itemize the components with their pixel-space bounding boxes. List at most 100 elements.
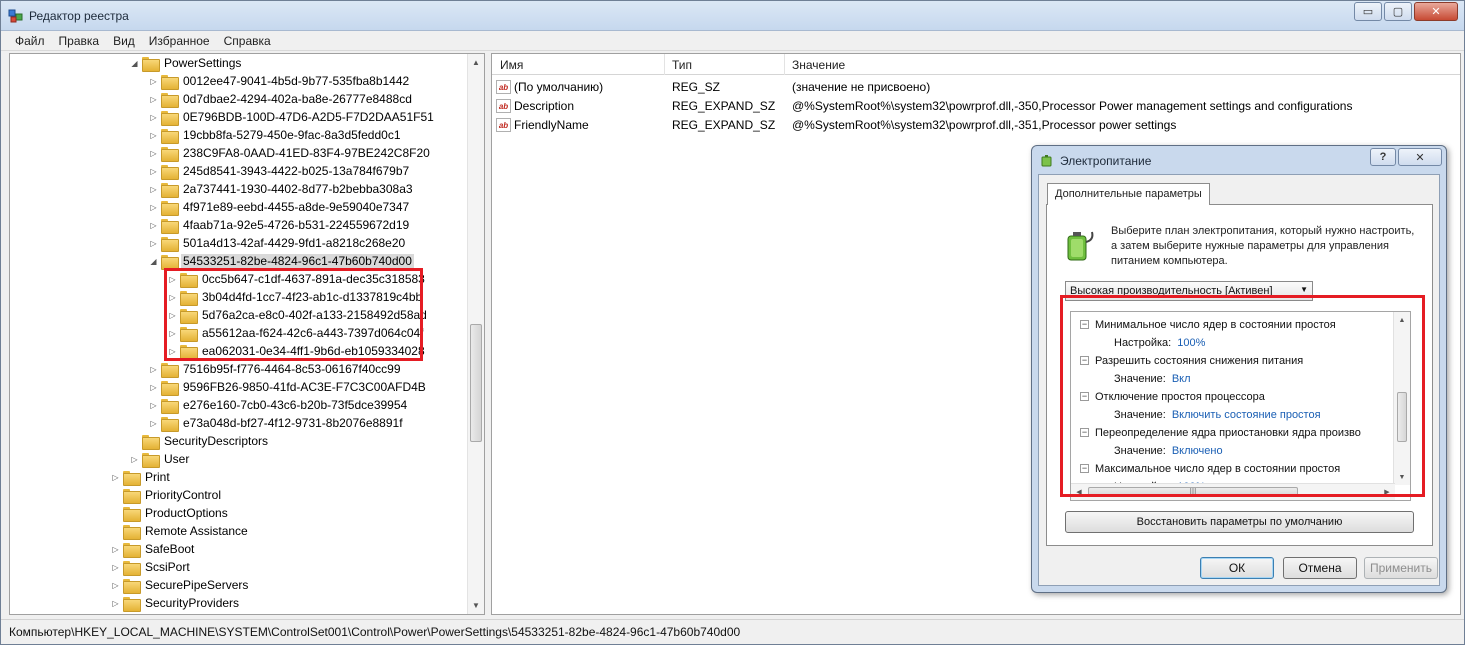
expand-arrow-icon[interactable]: ▷ xyxy=(149,419,158,428)
tree-item[interactable]: ▷ 501a4d13-42af-4429-9fd1-a8218c268e20 xyxy=(149,234,407,252)
power-plan-select[interactable]: Высокая производительность [Активен] ▼ xyxy=(1065,281,1313,301)
scroll-down-arrow-icon[interactable]: ▼ xyxy=(468,597,484,614)
expand-arrow-icon[interactable]: ▷ xyxy=(149,131,158,140)
settings-vertical-scrollbar[interactable]: ▲ ▼ xyxy=(1393,312,1410,485)
tree-item[interactable]: ▷ SecurityProviders xyxy=(111,594,241,612)
tree-item[interactable]: ProductOptions xyxy=(111,504,230,522)
tree-item[interactable]: ▷ 0d7dbae2-4294-402a-ba8e-26777e8488cd xyxy=(149,90,414,108)
tree-item[interactable]: ▷ 238C9FA8-0AAD-41ED-83F4-97BE242C8F20 xyxy=(149,144,432,162)
tree-item[interactable]: Remote Assistance xyxy=(111,522,250,540)
expand-arrow-icon[interactable]: ▷ xyxy=(149,167,158,176)
expand-arrow-icon[interactable]: ▷ xyxy=(168,329,177,338)
tree-item[interactable]: ▷ Print xyxy=(111,468,172,486)
collapse-minus-icon[interactable]: − xyxy=(1080,356,1089,365)
collapse-arrow-icon[interactable]: ◢ xyxy=(130,59,139,68)
expand-arrow-icon[interactable]: ▷ xyxy=(149,383,158,392)
tree-vertical-scrollbar[interactable]: ▲ ▼ xyxy=(467,54,484,614)
scrollbar-thumb[interactable] xyxy=(1397,392,1407,442)
expand-arrow-icon[interactable]: ▷ xyxy=(149,77,158,86)
tree-item[interactable]: ▷ 7516b95f-f776-4464-8c53-06167f40cc99 xyxy=(149,360,403,378)
restore-defaults-button[interactable]: Восстановить параметры по умолчанию xyxy=(1065,511,1414,533)
expand-arrow-icon[interactable]: ▷ xyxy=(149,113,158,122)
list-row[interactable]: ab Description REG_EXPAND_SZ @%SystemRoot%\… xyxy=(496,97,1456,116)
collapse-minus-icon[interactable]: − xyxy=(1080,392,1089,401)
tree-item[interactable]: ◢ PowerSettings xyxy=(130,54,243,72)
scrollbar-thumb[interactable]: III xyxy=(1088,487,1298,497)
help-button[interactable]: ? xyxy=(1370,148,1396,166)
settings-horizontal-scrollbar[interactable]: ◀ III ▶ xyxy=(1071,483,1395,500)
tree-item[interactable]: ▷ 0E796BDB-100D-47D6-A2D5-F7D2DAA51F51 xyxy=(149,108,436,126)
minimize-button[interactable]: ▭ xyxy=(1354,2,1382,21)
tree-item[interactable]: ▷ 2a737441-1930-4402-8d77-b2bebba308a3 xyxy=(149,180,415,198)
registry-tree[interactable]: ◢ PowerSettings ▷ 0012ee47-9041-4b5d-9b77-5… xyxy=(9,53,485,615)
tree-item[interactable]: ▷ 0cc5b647-c1df-4637-891a-dec35c318583 xyxy=(168,270,427,288)
list-row[interactable]: ab FriendlyName REG_EXPAND_SZ @%SystemRoot%… xyxy=(496,116,1456,135)
tree-item[interactable]: ▷ a55612aa-f624-42c6-a443-7397d064c04f xyxy=(168,324,426,342)
expand-arrow-icon[interactable]: ▷ xyxy=(149,185,158,194)
menu-favorites[interactable]: Избранное xyxy=(142,34,217,48)
expand-arrow-icon[interactable]: ▷ xyxy=(168,311,177,320)
dialog-close-button[interactable]: ✕ xyxy=(1398,148,1442,166)
tree-item[interactable]: ▷ 3b04d4fd-1cc7-4f23-ab1c-d1337819c4bb xyxy=(168,288,424,306)
expand-arrow-icon[interactable]: ▷ xyxy=(111,563,120,572)
expand-arrow-icon[interactable]: ▷ xyxy=(149,221,158,230)
setting-value-link[interactable]: Включено xyxy=(1172,445,1223,457)
tree-item[interactable]: ▷ 245d8541-3943-4422-b025-13a784f679b7 xyxy=(149,162,411,180)
scroll-down-arrow-icon[interactable]: ▼ xyxy=(1394,469,1410,485)
expand-arrow-icon[interactable]: ▷ xyxy=(111,599,120,608)
tree-item[interactable]: ◢ 54533251-82be-4824-96c1-47b60b740d00 xyxy=(149,252,414,270)
close-button[interactable]: ✕ xyxy=(1414,2,1458,21)
scroll-left-arrow-icon[interactable]: ◀ xyxy=(1071,484,1087,500)
column-value[interactable]: Значение xyxy=(792,58,845,72)
collapse-minus-icon[interactable]: − xyxy=(1080,464,1089,473)
tree-item[interactable]: ▷ e73a048d-bf27-4f12-9731-8b2076e8891f xyxy=(149,414,405,432)
expand-arrow-icon[interactable]: ▷ xyxy=(149,239,158,248)
tree-item[interactable]: ▷ SafeBoot xyxy=(111,540,196,558)
ok-button[interactable]: ОК xyxy=(1200,557,1274,579)
menu-help[interactable]: Справка xyxy=(217,34,278,48)
column-divider[interactable] xyxy=(664,54,665,75)
scrollbar-thumb[interactable] xyxy=(470,324,482,442)
column-divider[interactable] xyxy=(784,54,785,75)
collapse-minus-icon[interactable]: − xyxy=(1080,428,1089,437)
tree-item[interactable]: ▷ e276e160-7cb0-43c6-b20b-73f5dce39954 xyxy=(149,396,409,414)
expand-arrow-icon[interactable]: ▷ xyxy=(149,149,158,158)
maximize-button[interactable]: ▢ xyxy=(1384,2,1412,21)
tree-item[interactable]: SecurityDescriptors xyxy=(130,432,270,450)
tree-item[interactable]: ▷ 0012ee47-9041-4b5d-9b77-535fba8b1442 xyxy=(149,72,411,90)
scroll-right-arrow-icon[interactable]: ▶ xyxy=(1379,484,1395,500)
scroll-up-arrow-icon[interactable]: ▲ xyxy=(468,54,484,71)
expand-arrow-icon[interactable]: ▷ xyxy=(149,365,158,374)
setting-value-link[interactable]: Включить состояние простоя xyxy=(1172,409,1321,421)
expand-arrow-icon[interactable]: ▷ xyxy=(168,293,177,302)
column-type[interactable]: Тип xyxy=(672,58,692,72)
expand-arrow-icon[interactable]: ▷ xyxy=(149,203,158,212)
tree-item[interactable]: ▷ ScsiPort xyxy=(111,558,192,576)
collapse-arrow-icon[interactable]: ◢ xyxy=(149,257,158,266)
list-row[interactable]: ab (По умолчанию) REG_SZ (значение не присв… xyxy=(496,78,1456,97)
tree-item[interactable]: ▷ 9596FB26-9850-41fd-AC3E-F7C3C00AFD4B xyxy=(149,378,428,396)
menu-edit[interactable]: Правка xyxy=(52,34,107,48)
expand-arrow-icon[interactable]: ▷ xyxy=(168,347,177,356)
menu-file[interactable]: Файл xyxy=(8,34,52,48)
tree-item[interactable]: ▷ User xyxy=(130,450,191,468)
column-name[interactable]: Имя xyxy=(500,58,523,72)
tree-item[interactable]: ▷ SecurePipeServers xyxy=(111,576,250,594)
menu-view[interactable]: Вид xyxy=(106,34,142,48)
tree-item[interactable]: PriorityControl xyxy=(111,486,223,504)
tree-item[interactable]: ▷ ea062031-0e34-4ff1-9b6d-eb1059334028 xyxy=(168,342,427,360)
settings-tree[interactable]: − Минимальное число ядер в состоянии прос… xyxy=(1070,311,1411,501)
expand-arrow-icon[interactable]: ▷ xyxy=(130,455,139,464)
expand-arrow-icon[interactable]: ▷ xyxy=(111,473,120,482)
expand-arrow-icon[interactable]: ▷ xyxy=(168,275,177,284)
expand-arrow-icon[interactable]: ▷ xyxy=(111,545,120,554)
tree-item[interactable]: ▷ 4faab71a-92e5-4726-b531-224559672d19 xyxy=(149,216,411,234)
expand-arrow-icon[interactable]: ▷ xyxy=(149,95,158,104)
apply-button[interactable]: Применить xyxy=(1364,557,1438,579)
tab-advanced-settings[interactable]: Дополнительные параметры xyxy=(1047,183,1210,205)
cancel-button[interactable]: Отмена xyxy=(1283,557,1357,579)
setting-value-link[interactable]: 100% xyxy=(1177,337,1205,349)
scroll-up-arrow-icon[interactable]: ▲ xyxy=(1394,312,1410,328)
tree-item[interactable]: ▷ 19cbb8fa-5279-450e-9fac-8a3d5fedd0c1 xyxy=(149,126,403,144)
tree-item[interactable]: ▷ 4f971e89-eebd-4455-a8de-9e59040e7347 xyxy=(149,198,411,216)
